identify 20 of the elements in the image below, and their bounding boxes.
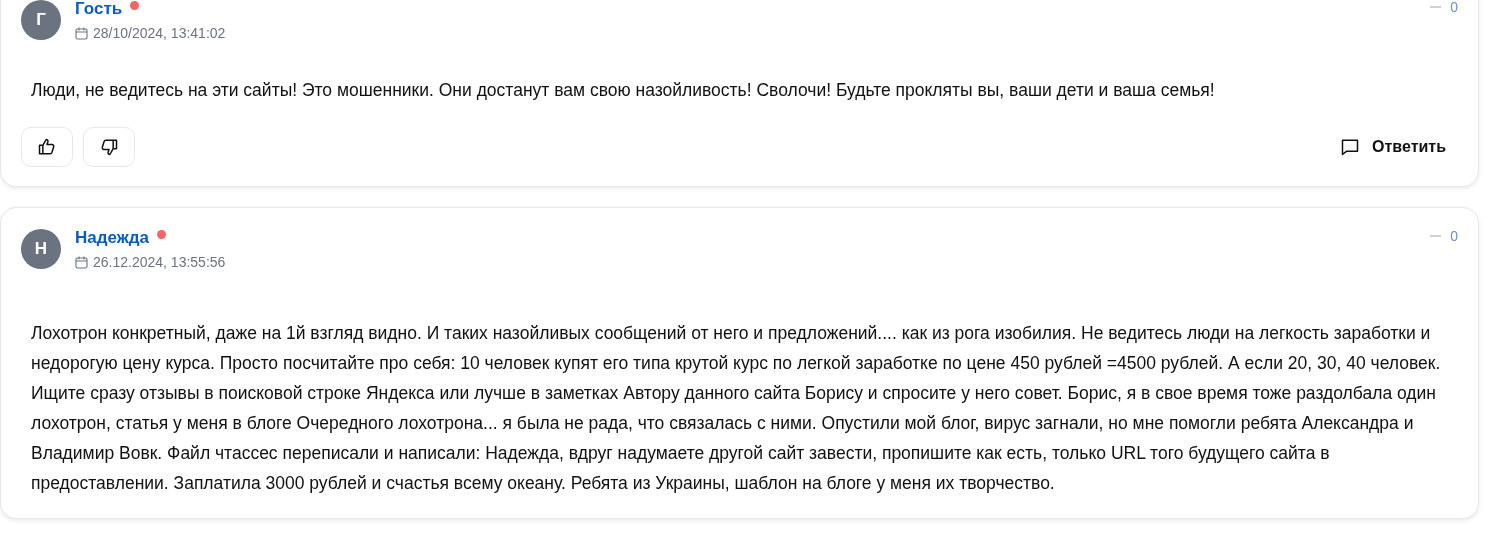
dislike-button[interactable] [83,127,135,167]
rating-count: 0 [1450,0,1458,15]
thumbs-down-icon [99,137,119,157]
avatar: Н [21,229,61,269]
comment-date: 28/10/2024, 13:41:02 [93,25,226,41]
author-link[interactable]: Гость [75,0,123,19]
rating-count: 0 [1450,228,1458,244]
minus-icon [1430,235,1442,237]
speech-bubble-icon [1340,137,1361,157]
comment-text: Лохотрон конкретный, даже на 1й взгляд видно. И таких назойливых сообщений от него и предложений.... как из рога изобилия. Не ведитесь люди на легкость заработки и недорогую цену курса. Просто посчитайте про себя: 10 человек купят его типа крутой курс по легкой заработке по цене 450 рублей =4500 рублей. А если 20, 30, 40 человек. Ищите сразу отзывы в поисковой строке Яндекса или лучше в заметках Автору данного сайта Борису и спросите у него совет. Борис, я в свое время тоже раздолбала один лохотрон, статья у меня в блоге Очередного лохотрона... я была не рада, что связалась с ними. Опустили мой блог, вирус загнали, но мне помогли ребята Александра и Владимир Вовк. Файл чтассес переписали и написали: Надежда, вдруг надумаете другой сайт завести, пропишите как есть, только URL того будущего сайта в предоставлении. Заплатила 3000 рублей и счастья всему океану. Ребята из Украины, шаблон на блоге у меня их творчество. [31,322,1442,495]
thumbs-up-icon [37,137,57,157]
author-link[interactable]: Надежда [75,228,150,248]
comment-text: Люди, не ведитесь на эти сайты! Это мошенники. Они достанут вам свою назойливость! Сволочи! Будьте прокляты вы, ваши дети и ваша семья! [31,79,1216,102]
avatar: Г [21,0,61,40]
comment-date: 26.12.2024, 13:55:56 [93,254,226,270]
calendar-icon [75,26,88,40]
like-button[interactable] [21,127,73,167]
minus-icon [1430,6,1442,8]
reply-button[interactable]: Ответить [1328,137,1458,157]
calendar-icon [75,255,88,269]
